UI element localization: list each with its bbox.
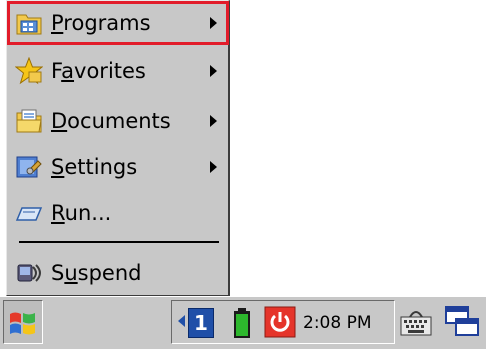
input-left-arrow-icon[interactable] [178,315,185,327]
power-icon[interactable] [264,306,296,342]
suspend-icon [15,259,43,287]
windows-logo-icon [8,307,38,341]
start-menu: Programs Favorites Documents Settings Ru… [6,0,230,296]
menu-item-label: Favorites [51,59,146,83]
menu-item-documents[interactable]: Documents [9,101,227,141]
submenu-arrow-icon [210,17,217,29]
favorites-star-icon [14,56,44,85]
menu-item-settings[interactable]: Settings [9,147,227,187]
menu-item-programs[interactable]: Programs [7,1,229,45]
programs-folder-icon [15,9,43,37]
submenu-arrow-icon [210,161,217,173]
system-tray: 1 2:08 PM [171,300,395,344]
submenu-arrow-icon [210,65,217,77]
run-icon [15,199,43,227]
taskbar: 1 2:08 PM [0,296,486,349]
start-button[interactable] [3,300,43,344]
battery-icon[interactable] [232,307,252,343]
settings-icon [15,153,43,181]
menu-item-label: Run... [51,201,112,225]
switch-windows-icon[interactable] [440,301,484,343]
menu-item-run[interactable]: Run... [9,193,227,233]
menu-item-label: Programs [51,11,151,35]
documents-folder-icon [15,107,43,135]
menu-item-suspend[interactable]: Suspend [9,253,227,293]
menu-item-label: Settings [51,155,138,179]
menu-item-favorites[interactable]: Favorites [9,51,227,91]
menu-separator [19,241,219,243]
submenu-arrow-icon [210,115,217,127]
keyboard-icon[interactable] [398,301,434,343]
input-indicator[interactable]: 1 [188,308,214,338]
menu-item-label: Suspend [51,261,142,285]
menu-item-label: Documents [51,109,171,133]
clock[interactable]: 2:08 PM [303,313,372,333]
